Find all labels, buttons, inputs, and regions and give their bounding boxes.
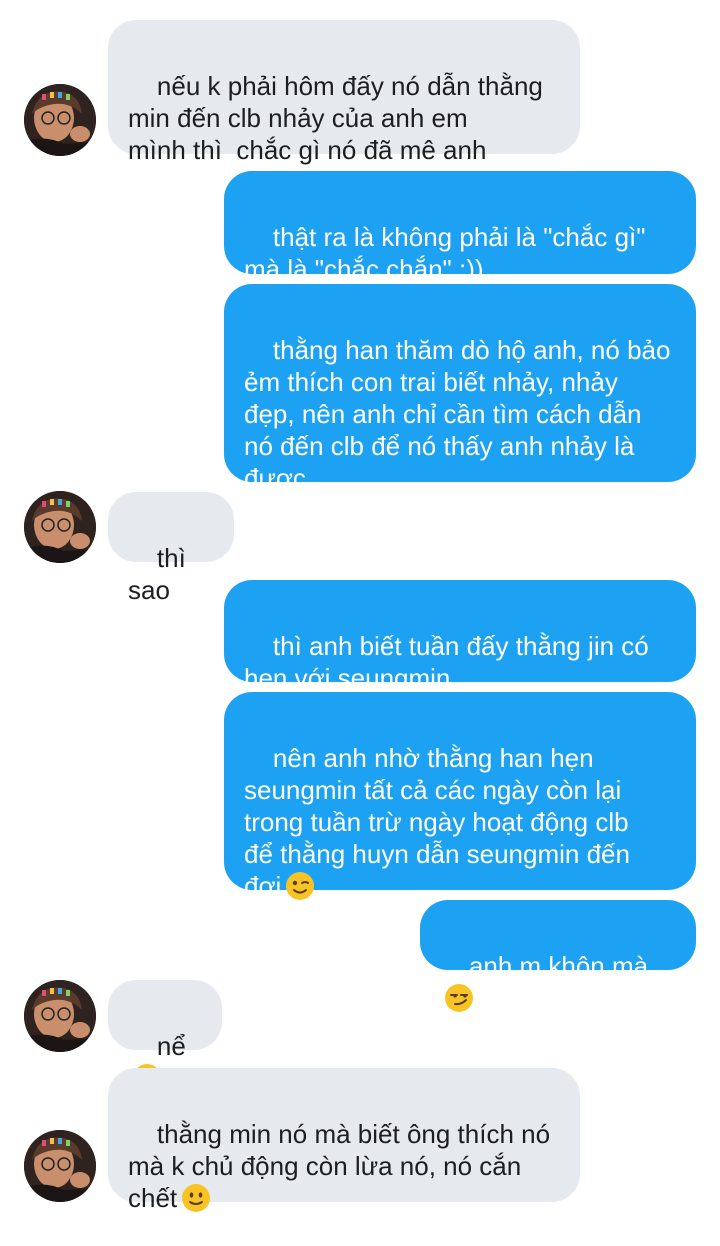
message-bubble-outgoing[interactable]: thì anh biết tuần đấy thằng jin có hẹn v… [224,580,696,693]
message-text: thằng han thăm dò hộ anh, nó bảo ẻm thíc… [244,335,671,493]
message-bubble-outgoing[interactable]: nên anh nhờ thằng han hẹn seungmin tất c… [224,692,696,901]
message-text: nếu k phải hôm đấy nó dẫn thằng min đến … [128,71,543,165]
chat-thread: nếu k phải hôm đấy nó dẫn thằng min đến … [0,0,720,1214]
message-bubble-incoming[interactable]: thằng min nó mà biết ông thích nó mà k c… [108,1068,580,1213]
contact-avatar[interactable] [24,980,96,1052]
avatar-image [24,1130,96,1202]
avatar-image [24,980,96,1052]
message-text: thật ra là không phải là "chắc gì" mà là… [244,222,646,284]
message-bubble-incoming[interactable]: nể [108,980,222,1092]
avatar-image [24,491,96,563]
message-bubble-outgoing[interactable]: anh m khôn mà [420,900,696,1012]
smirking-face-icon [445,984,473,1012]
message-text: nể [156,1031,186,1061]
message-bubble-incoming[interactable]: thì sao [108,492,234,605]
message-text: thì anh biết tuần đấy thằng jin có hẹn v… [244,631,649,693]
contact-avatar[interactable] [24,1130,96,1202]
message-bubble-incoming[interactable]: nếu k phải hôm đấy nó dẫn thằng min đến … [108,20,580,165]
message-text: thì sao [128,543,194,605]
contact-avatar[interactable] [24,84,96,156]
message-bubble-outgoing[interactable]: thằng han thăm dò hộ anh, nó bảo ẻm thíc… [224,284,696,493]
contact-avatar[interactable] [24,491,96,563]
message-text: anh m khôn mà [468,951,649,981]
winking-face-icon [286,872,315,900]
message-bubble-outgoing[interactable]: thật ra là không phải là "chắc gì" mà là… [224,171,696,284]
avatar-image [24,84,96,156]
slightly-smiling-face-icon [182,1184,211,1212]
